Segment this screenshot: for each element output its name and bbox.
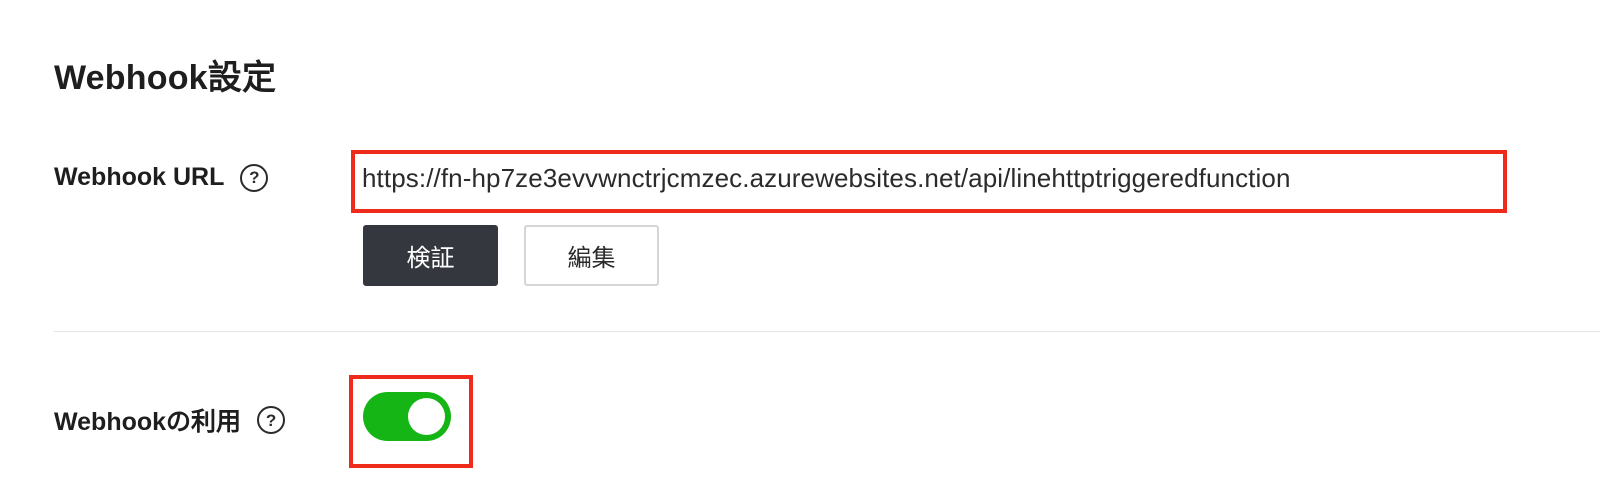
toggle-knob [408,398,445,435]
webhook-settings-page: Webhook設定 Webhook URL ? https://fn-hp7ze… [0,0,1600,501]
webhook-use-label: Webhookの利用 [54,408,242,436]
question-circle-icon[interactable]: ? [240,163,269,192]
webhook-use-toggle[interactable] [363,392,451,441]
section-title: Webhook設定 [54,59,277,97]
verify-button[interactable]: 検証 [363,225,498,286]
edit-button[interactable]: 編集 [524,225,659,286]
webhook-url-value[interactable]: https://fn-hp7ze3evvwnctrjcmzec.azureweb… [362,163,1291,194]
webhook-url-label-row: Webhook URL ? [54,163,269,192]
question-circle-icon[interactable]: ? [257,406,286,434]
webhook-url-label: Webhook URL [54,163,225,191]
divider [54,331,1600,332]
webhook-use-label-row: Webhookの利用 ? [54,402,286,438]
